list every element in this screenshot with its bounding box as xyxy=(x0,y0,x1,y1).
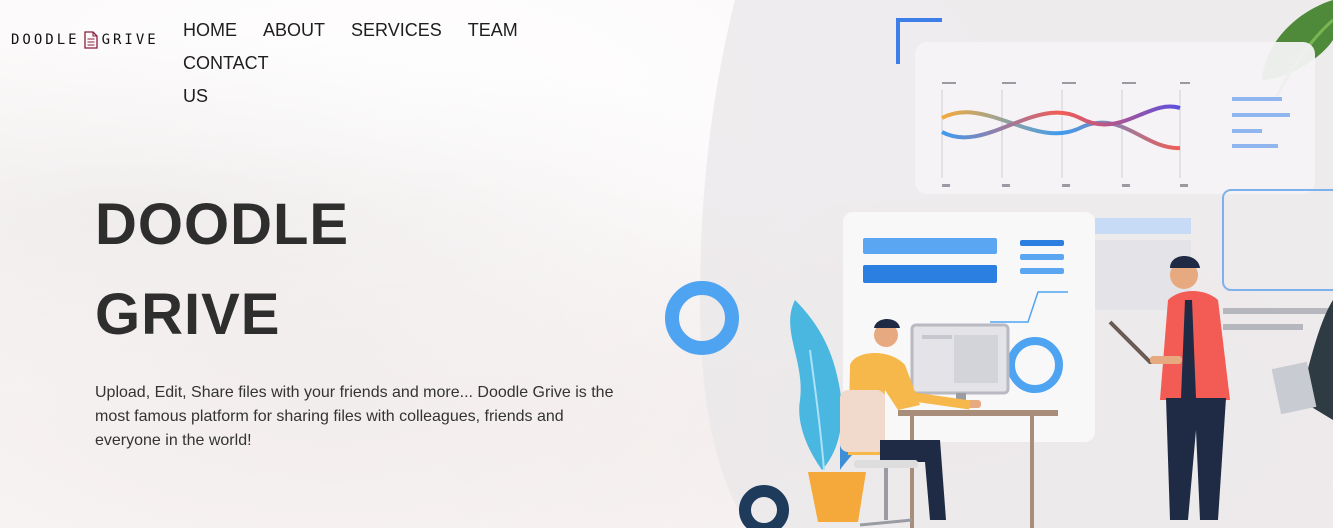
chart-card xyxy=(915,42,1315,194)
nav-services[interactable]: SERVICES xyxy=(351,14,442,47)
nav-about[interactable]: ABOUT xyxy=(263,14,325,47)
chair xyxy=(854,460,918,468)
logo-text-left: DOODLE xyxy=(11,32,80,48)
desk xyxy=(898,410,1058,416)
plant-pot xyxy=(808,472,866,522)
nav-team[interactable]: TEAM xyxy=(468,14,518,47)
nav-home[interactable]: HOME xyxy=(183,14,237,47)
hero-description: Upload, Edit, Share files with your frie… xyxy=(95,384,614,449)
hero-title: DOODLE GRIVE xyxy=(95,180,349,360)
hero-illustration xyxy=(665,0,1333,528)
brand-logo[interactable]: DOODLE GRIVE xyxy=(11,31,159,49)
nav-contact[interactable]: CONTACT US xyxy=(183,47,278,113)
main-nav: HOME ABOUT SERVICES TEAM CONTACT US xyxy=(183,14,633,113)
logo-text-right: GRIVE xyxy=(101,32,159,48)
hero-title-line2: GRIVE xyxy=(95,282,281,347)
hero-title-line1: DOODLE xyxy=(95,192,350,257)
document-icon xyxy=(83,31,98,49)
